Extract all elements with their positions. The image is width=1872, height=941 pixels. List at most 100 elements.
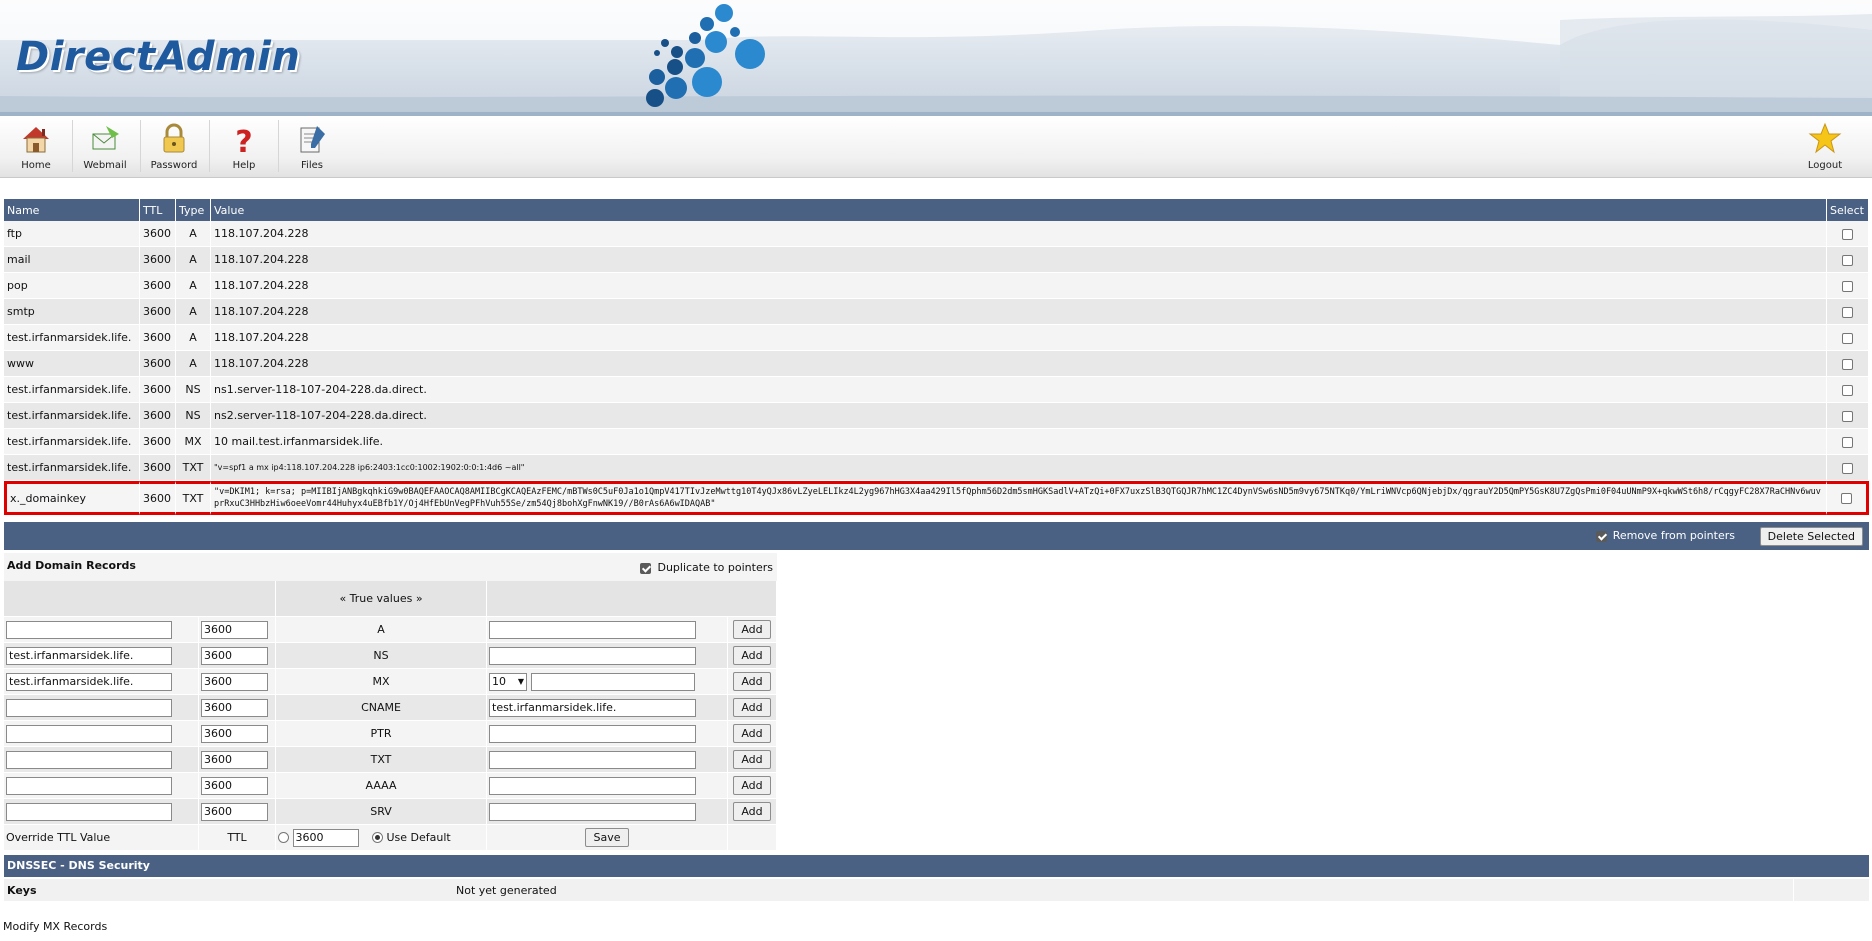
- value-input[interactable]: [489, 620, 696, 639]
- duplicate-to-pointers-option[interactable]: Duplicate to pointers: [640, 561, 773, 574]
- record-select-checkbox[interactable]: [1842, 436, 1853, 448]
- name-input[interactable]: [6, 620, 172, 639]
- record-type: A: [176, 325, 211, 351]
- col-value-header[interactable]: Value: [211, 199, 1827, 221]
- record-value: 10 mail.test.irfanmarsidek.life.: [211, 429, 1827, 455]
- value-input[interactable]: [489, 776, 696, 795]
- name-input[interactable]: [6, 698, 172, 717]
- remove-from-pointers-option[interactable]: Remove from pointers: [1595, 529, 1735, 542]
- svg-text:?: ?: [235, 125, 252, 156]
- name-input[interactable]: [6, 724, 172, 743]
- add-button[interactable]: Add: [733, 646, 771, 665]
- record-value: "v=spf1 a mx ip4:118.107.204.228 ip6:240…: [211, 455, 1827, 481]
- help-icon: ?: [210, 122, 278, 160]
- override-ttl-radio[interactable]: [278, 832, 289, 843]
- logout-label: Logout: [1807, 160, 1843, 171]
- col-select-header[interactable]: Select: [1827, 199, 1869, 221]
- record-select-checkbox[interactable]: [1842, 358, 1853, 370]
- add-record-row-aaaa: 3600 AAAA Add: [4, 773, 777, 799]
- record-select-checkbox[interactable]: [1842, 280, 1853, 292]
- add-button[interactable]: Add: [733, 802, 771, 821]
- chevron-down-icon: ▼: [517, 676, 524, 686]
- ttl-input[interactable]: 3600: [201, 698, 268, 717]
- home-button[interactable]: Home: [2, 120, 70, 176]
- name-input[interactable]: [6, 776, 172, 795]
- record-select-checkbox[interactable]: [1842, 254, 1853, 266]
- record-select-checkbox[interactable]: [1842, 332, 1853, 344]
- add-button[interactable]: Add: [733, 672, 771, 691]
- record-ttl: 3600: [140, 481, 176, 515]
- ttl-input[interactable]: 3600: [201, 646, 268, 665]
- logout-button[interactable]: Logout: [1791, 120, 1859, 176]
- record-value: 118.107.204.228: [211, 247, 1827, 273]
- add-button[interactable]: Add: [733, 698, 771, 717]
- col-name-header[interactable]: Name: [4, 199, 140, 221]
- help-button[interactable]: ? Help: [210, 120, 278, 176]
- name-input[interactable]: [6, 750, 172, 769]
- value-input[interactable]: test.irfanmarsidek.life.: [489, 698, 696, 717]
- table-row: test.irfanmarsidek.life. 3600 MX 10 mail…: [4, 429, 1869, 455]
- add-record-row-txt: 3600 TXT Add: [4, 747, 777, 773]
- value-input[interactable]: [489, 646, 696, 665]
- webmail-button[interactable]: Webmail: [71, 120, 139, 176]
- value-input[interactable]: [489, 802, 696, 821]
- record-type-label: NS: [276, 643, 487, 669]
- remove-from-pointers-checkbox[interactable]: [1595, 530, 1607, 542]
- ttl-input[interactable]: 3600: [201, 724, 268, 743]
- delete-selected-button[interactable]: Delete Selected: [1759, 527, 1863, 546]
- ttl-input[interactable]: 3600: [201, 802, 268, 821]
- record-select-checkbox[interactable]: [1842, 384, 1853, 396]
- name-input[interactable]: [6, 802, 172, 821]
- add-button[interactable]: Add: [733, 750, 771, 769]
- record-value: 118.107.204.228: [211, 273, 1827, 299]
- value-input[interactable]: [530, 672, 695, 691]
- files-label: Files: [301, 160, 323, 171]
- record-value: 118.107.204.228: [211, 351, 1827, 377]
- record-select-checkbox[interactable]: [1842, 462, 1853, 474]
- record-type-label: MX: [276, 669, 487, 695]
- record-value: ns2.server-118-107-204-228.da.direct.: [211, 403, 1827, 429]
- record-select-checkbox[interactable]: [1842, 228, 1853, 240]
- password-button[interactable]: Password: [140, 120, 208, 176]
- override-ttl-input[interactable]: 3600: [292, 828, 359, 847]
- col-type-header[interactable]: Type: [176, 199, 211, 221]
- record-select-checkbox[interactable]: [1842, 410, 1853, 422]
- dnssec-keys-value: Not yet generated: [456, 884, 557, 897]
- override-ttl-label: Override TTL Value: [4, 825, 199, 851]
- record-select-checkbox[interactable]: [1841, 493, 1852, 504]
- directadmin-logo[interactable]: DirectAdmin: [16, 34, 300, 80]
- duplicate-to-pointers-checkbox[interactable]: [640, 562, 652, 574]
- add-record-row-a: 3600 A Add: [4, 617, 777, 643]
- mx-priority-select[interactable]: 10 ▼: [489, 672, 527, 691]
- dns-records-table: Name TTL Type Value Select ftp 3600 A 11…: [4, 199, 1869, 515]
- override-ttl-row: Override TTL Value TTL 3600 Use Default …: [4, 825, 777, 851]
- name-input[interactable]: test.irfanmarsidek.life.: [6, 646, 172, 665]
- modify-mx-records-link[interactable]: Modify MX Records: [3, 920, 107, 933]
- ttl-input[interactable]: 3600: [201, 672, 268, 691]
- record-select-cell: [1827, 273, 1869, 299]
- record-type-label: PTR: [276, 721, 487, 747]
- record-select-cell: [1827, 247, 1869, 273]
- table-row: ftp 3600 A 118.107.204.228: [4, 221, 1869, 247]
- value-input[interactable]: [489, 724, 696, 743]
- value-input[interactable]: [489, 750, 696, 769]
- record-name: test.irfanmarsidek.life.: [4, 455, 140, 481]
- name-input[interactable]: test.irfanmarsidek.life.: [6, 672, 172, 691]
- home-label: Home: [21, 160, 51, 171]
- use-default-radio[interactable]: [372, 832, 383, 843]
- col-ttl-header[interactable]: TTL: [140, 199, 176, 221]
- add-button[interactable]: Add: [733, 620, 771, 639]
- ttl-input[interactable]: 3600: [201, 776, 268, 795]
- record-select-checkbox[interactable]: [1842, 306, 1853, 318]
- record-value: 118.107.204.228: [211, 325, 1827, 351]
- add-button[interactable]: Add: [733, 776, 771, 795]
- files-button[interactable]: Files: [278, 120, 346, 176]
- record-type: TXT: [176, 481, 211, 515]
- record-type: NS: [176, 403, 211, 429]
- table-row: pop 3600 A 118.107.204.228: [4, 273, 1869, 299]
- add-button[interactable]: Add: [733, 724, 771, 743]
- ttl-input[interactable]: 3600: [201, 750, 268, 769]
- ttl-input[interactable]: 3600: [201, 620, 268, 639]
- subheader-blank: [487, 581, 777, 617]
- save-button[interactable]: Save: [585, 828, 629, 847]
